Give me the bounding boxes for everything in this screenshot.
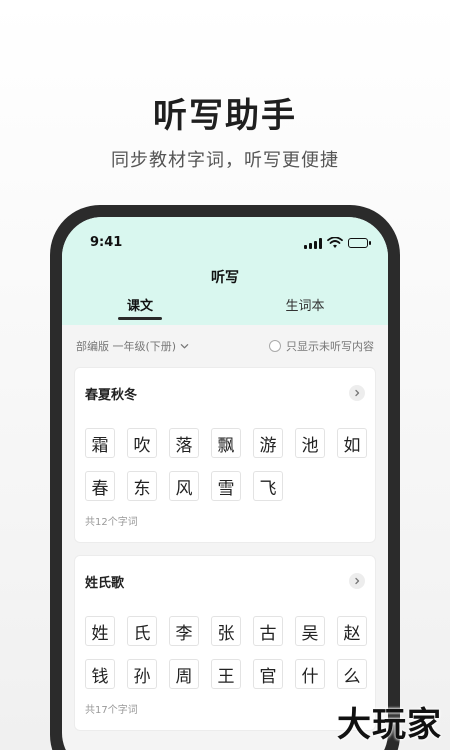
lesson-card-header: 春夏秋冬 [85, 380, 365, 406]
char-cell[interactable]: 周 [169, 659, 199, 689]
char-cell[interactable]: 官 [253, 659, 283, 689]
chevron-right-icon[interactable] [349, 573, 365, 589]
wifi-icon [327, 237, 343, 248]
battery-icon [348, 238, 371, 248]
status-bar: 9:41 [62, 235, 388, 253]
char-cell[interactable]: 古 [253, 616, 283, 646]
char-cell[interactable]: 春 [85, 471, 115, 501]
char-cell[interactable]: 李 [169, 616, 199, 646]
lesson-title: 姓氏歌 [85, 575, 125, 591]
status-time: 9:41 [90, 235, 123, 250]
char-cell[interactable]: 吹 [127, 428, 157, 458]
nav-title: 听写 [211, 270, 239, 286]
char-cell[interactable]: 如 [337, 428, 367, 458]
only-unheard-toggle[interactable]: 只显示未听写内容 [269, 338, 374, 354]
char-cell[interactable]: 赵 [337, 616, 367, 646]
char-cell[interactable]: 池 [295, 428, 325, 458]
char-cell[interactable]: 孙 [127, 659, 157, 689]
char-cell[interactable]: 飘 [211, 428, 241, 458]
char-cell[interactable]: 游 [253, 428, 283, 458]
hero-title: 听写助手 [153, 96, 297, 136]
header-area: 9:41 听写 课文 生词本 [62, 217, 388, 325]
tab-vocabulary[interactable]: 生词本 [265, 295, 345, 314]
filter-row: 部编版 一年级(下册) 只显示未听写内容 [74, 325, 376, 367]
word-count: 共17个字词 [85, 705, 138, 716]
textbook-label: 部编版 一年级(下册) [76, 340, 177, 353]
char-cell[interactable]: 落 [169, 428, 199, 458]
char-cell[interactable]: 飞 [253, 471, 283, 501]
tab-bar: 课文 生词本 [62, 295, 388, 325]
chevron-down-icon [180, 343, 189, 348]
char-cell[interactable]: 雪 [211, 471, 241, 501]
content-area: 部编版 一年级(下册) 只显示未听写内容 春夏秋冬 霜 吹 落 飘 游 池 如 … [62, 325, 388, 731]
lesson-title: 春夏秋冬 [85, 387, 138, 403]
tab-active-indicator [118, 317, 162, 320]
textbook-selector[interactable]: 部编版 一年级(下册) [76, 338, 189, 354]
char-cell[interactable]: 霜 [85, 428, 115, 458]
tab-lessons[interactable]: 课文 [100, 295, 180, 314]
chevron-right-icon[interactable] [349, 385, 365, 401]
char-cell[interactable]: 王 [211, 659, 241, 689]
char-cell[interactable]: 东 [127, 471, 157, 501]
lesson-card[interactable]: 春夏秋冬 霜 吹 落 飘 游 池 如 春 东 风 雪 飞 共12个字词 [74, 367, 376, 543]
char-cell[interactable]: 钱 [85, 659, 115, 689]
signal-icon [304, 237, 322, 249]
char-grid: 霜 吹 落 飘 游 池 如 春 东 风 雪 飞 [85, 428, 367, 501]
lesson-card[interactable]: 姓氏歌 姓 氏 李 张 古 吴 赵 钱 孙 周 王 官 什 么 共17个字词 [74, 555, 376, 731]
watermark-logo: 大玩家 [337, 705, 442, 745]
char-cell[interactable]: 张 [211, 616, 241, 646]
char-cell[interactable]: 吴 [295, 616, 325, 646]
char-grid: 姓 氏 李 张 古 吴 赵 钱 孙 周 王 官 什 么 [85, 616, 367, 689]
char-cell[interactable]: 姓 [85, 616, 115, 646]
char-cell[interactable]: 风 [169, 471, 199, 501]
lesson-card-header: 姓氏歌 [85, 568, 365, 594]
word-count: 共12个字词 [85, 517, 138, 528]
char-cell[interactable]: 么 [337, 659, 367, 689]
status-icons [304, 237, 371, 249]
phone-mockup: 9:41 听写 课文 生词本 部编版 一年级(下册) 只显示未听写内容 春夏秋冬… [50, 205, 400, 750]
hero-subtitle: 同步教材字词，听写更便捷 [111, 150, 339, 171]
char-cell[interactable]: 氏 [127, 616, 157, 646]
radio-icon[interactable] [269, 340, 281, 352]
only-unheard-label: 只显示未听写内容 [286, 340, 374, 353]
char-cell[interactable]: 什 [295, 659, 325, 689]
phone-screen: 9:41 听写 课文 生词本 部编版 一年级(下册) 只显示未听写内容 春夏秋冬… [62, 217, 388, 750]
